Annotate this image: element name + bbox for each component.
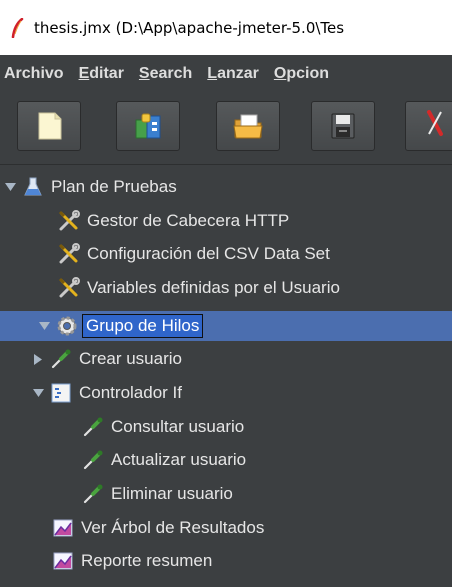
menu-archivo[interactable]: Archivo [4,65,64,83]
toolbar [0,93,452,165]
jmeter-feather-icon [11,17,24,38]
config-wrench-icon [58,210,80,232]
menu-editar[interactable]: Editar [79,65,124,83]
tree-node-label: Eliminar usuario [111,484,233,503]
menu-opciones-text: Opcion [273,65,329,82]
menu-lanzar[interactable]: Lanzar [207,65,259,83]
tree-node-ver-árbol-de-resultados[interactable]: Ver Árbol de Resultados [0,513,452,543]
controller-icon [50,382,72,404]
window-title: thesis.jmx (D:\App\apache-jmeter-5.0\Tes [34,18,345,37]
config-wrench-icon [58,243,80,265]
menu-search-text: Search [138,65,193,82]
save-button[interactable] [311,101,375,151]
window-titlebar: thesis.jmx (D:\App\apache-jmeter-5.0\Tes [0,0,452,55]
tree-node-label: Ver Árbol de Resultados [81,518,265,537]
test-plan-flask-icon [22,176,44,198]
tree-node-label: Variables definidas por el Usuario [87,278,340,297]
menu-bar: Archivo Editar Search Lanzar Opcion [0,55,452,93]
tree-node-label: Reporte resumen [81,551,213,570]
open-button[interactable] [216,101,280,151]
tree-node-crear-usuario[interactable]: Crear usuario [0,344,452,374]
tree-node-label: Actualizar usuario [111,450,247,469]
listener-chart-icon [52,517,74,539]
sampler-pipette-icon [82,416,104,438]
cut-icon [427,110,443,136]
thread-group-gear-icon [56,315,78,337]
tree-node-consultar-usuario[interactable]: Consultar usuario [0,412,452,442]
tree-node-variables-definidas-por-el-usuario[interactable]: Variables definidas por el Usuario [0,273,452,303]
listener-chart-icon [52,550,74,572]
menu-search[interactable]: Search [139,65,192,83]
tree-node-controlador-if[interactable]: Controlador If [0,378,452,408]
expand-arrow-down-icon[interactable] [4,181,16,193]
new-file-icon [38,112,62,140]
tree-node-label: Consultar usuario [111,417,245,436]
tree-node-configuración-del-csv-data-set[interactable]: Configuración del CSV Data Set [0,239,452,269]
sampler-pipette-icon [50,348,72,370]
tree-node-label: Crear usuario [79,349,182,368]
menu-opciones[interactable]: Opcion [274,65,329,83]
sampler-pipette-icon [82,449,104,471]
new-plan-button[interactable] [17,101,81,151]
tree-node-label: Plan de Pruebas [51,177,177,196]
tree-node-actualizar-usuario[interactable]: Actualizar usuario [0,445,452,475]
tree-node-plan-de-pruebas[interactable]: Plan de Pruebas [0,172,452,202]
templates-button[interactable] [116,101,180,151]
templates-icon [135,113,161,139]
save-icon [331,113,355,139]
collapse-arrow-right-icon[interactable] [32,353,44,365]
open-folder-icon [233,114,263,139]
config-wrench-icon [58,277,80,299]
menu-lanzar-text: Lanzar [207,65,259,82]
tree-node-label: Gestor de Cabecera HTTP [87,211,290,230]
cut-button[interactable] [405,101,452,151]
tree-node-eliminar-usuario[interactable]: Eliminar usuario [0,479,452,509]
tree-node-label: Configuración del CSV Data Set [87,244,330,263]
tree-node-label: Grupo de Hilos [82,314,204,338]
tree-node-label: Controlador If [79,383,182,402]
tree-node-grupo-de-hilos[interactable]: Grupo de Hilos [0,311,452,341]
expand-arrow-down-icon[interactable] [32,387,44,399]
tree-node-reporte-resumen[interactable]: Reporte resumen [0,546,452,576]
sampler-pipette-icon [82,483,104,505]
test-plan-tree: Plan de Pruebas Gestor de Cabecera HTTP Co… [0,166,452,587]
tree-node-gestor-de-cabecera-http[interactable]: Gestor de Cabecera HTTP [0,206,452,236]
expand-arrow-down-icon[interactable] [38,320,50,332]
menu-editar-text: Editar [78,65,124,82]
